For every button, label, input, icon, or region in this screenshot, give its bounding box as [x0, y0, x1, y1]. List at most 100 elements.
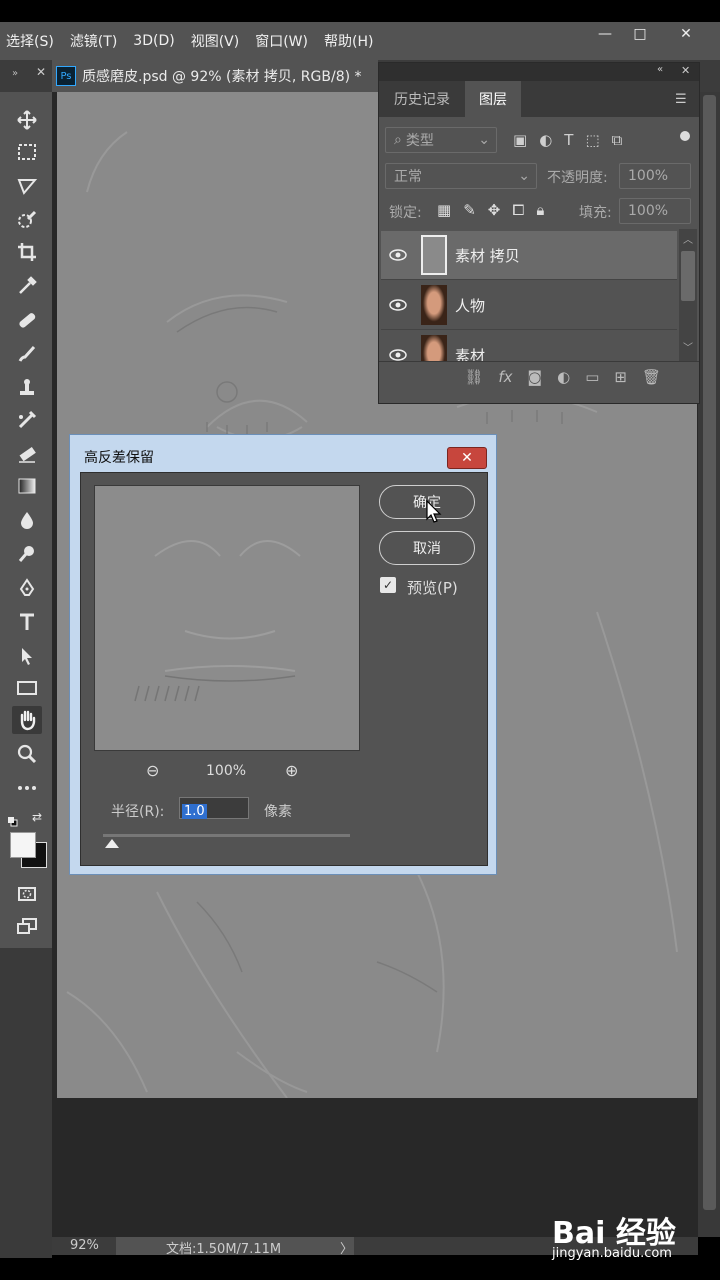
- history-brush-tool-icon[interactable]: [12, 406, 42, 434]
- crop-tool-icon[interactable]: [12, 238, 42, 266]
- type-filter-icon[interactable]: T: [564, 131, 573, 149]
- lock-transparent-icon[interactable]: ▦: [437, 201, 451, 219]
- add-mask-icon[interactable]: ◙: [528, 368, 543, 386]
- filter-toggle-icon[interactable]: [680, 131, 690, 141]
- zoom-in-icon[interactable]: ⊕: [285, 761, 298, 780]
- pen-tool-icon[interactable]: [12, 574, 42, 602]
- tools-panel: ⇄: [0, 92, 52, 948]
- preview-label: 预览(P): [407, 579, 458, 597]
- collapse-toolbar-icon[interactable]: »: [12, 68, 18, 79]
- collapse-panel-icon[interactable]: «: [657, 64, 663, 75]
- layer-filter-select[interactable]: ⌕ 类型 ⌄: [385, 127, 497, 153]
- zoom-out-icon[interactable]: ⊖: [146, 761, 159, 780]
- swap-colors-icon[interactable]: ⇄: [32, 810, 42, 824]
- close-toolbar-icon[interactable]: ✕: [36, 65, 46, 79]
- status-menu-arrow[interactable]: 〉: [340, 1238, 353, 1257]
- layers-list: 素材 拷贝 人物 素材: [379, 229, 679, 361]
- blur-tool-icon[interactable]: [12, 506, 42, 534]
- opacity-field[interactable]: 100%: [619, 163, 691, 189]
- filter-preview[interactable]: [94, 485, 360, 751]
- panel-header-strip: « ✕: [379, 63, 699, 81]
- menu-filter[interactable]: 滤镜(T): [64, 31, 127, 51]
- hand-tool-icon[interactable]: [12, 706, 42, 734]
- layer-name: 素材 拷贝: [455, 246, 520, 265]
- right-scrollbar-thumb[interactable]: [703, 95, 716, 1210]
- fill-field[interactable]: 100%: [619, 198, 691, 224]
- layers-scroll-thumb[interactable]: [681, 251, 695, 301]
- blend-mode-select[interactable]: 正常 ⌄: [385, 163, 537, 189]
- layer-row[interactable]: 人物: [381, 281, 677, 330]
- tab-layers[interactable]: 图层: [465, 81, 521, 117]
- foreground-color-swatch[interactable]: [10, 832, 36, 858]
- quick-mask-icon[interactable]: [12, 880, 42, 908]
- smartobject-filter-icon[interactable]: ⧉: [612, 131, 623, 149]
- visibility-eye-icon[interactable]: [381, 249, 415, 261]
- preview-checkbox[interactable]: ✓: [380, 577, 396, 593]
- dodge-tool-icon[interactable]: [12, 540, 42, 568]
- radius-input[interactable]: 1.0: [179, 797, 249, 819]
- scroll-down-icon[interactable]: ﹀: [683, 339, 693, 354]
- quick-selection-tool-icon[interactable]: [12, 206, 42, 234]
- visibility-eye-icon[interactable]: [381, 349, 415, 361]
- clone-stamp-tool-icon[interactable]: [12, 374, 42, 402]
- chevron-down-icon: ⌄: [518, 168, 530, 184]
- layers-scrollbar[interactable]: ︿ ﹀: [679, 229, 697, 361]
- radius-slider-handle[interactable]: [105, 839, 119, 848]
- pixel-filter-icon[interactable]: ▣: [513, 131, 527, 149]
- zoom-tool-icon[interactable]: [12, 740, 42, 768]
- preview-zoom-value: 100%: [206, 763, 247, 779]
- layer-row[interactable]: 素材: [381, 331, 677, 361]
- mouse-cursor-icon: [426, 499, 442, 528]
- menu-3d[interactable]: 3D(D): [127, 33, 184, 49]
- new-layer-icon[interactable]: ⊞: [614, 368, 627, 386]
- move-tool-icon[interactable]: [12, 106, 42, 134]
- adjustment-layer-icon[interactable]: ◐: [557, 368, 570, 386]
- lasso-tool-icon[interactable]: [12, 172, 42, 200]
- more-tools-icon[interactable]: [12, 774, 42, 802]
- screen-mode-icon[interactable]: [12, 912, 42, 940]
- default-colors-icon[interactable]: [8, 812, 18, 827]
- doc-info-box[interactable]: 文档:1.50M/7.11M 〉: [116, 1237, 354, 1257]
- rectangle-tool-icon[interactable]: [12, 674, 42, 702]
- lock-pixels-icon[interactable]: ✎: [463, 201, 476, 219]
- menu-window[interactable]: 窗口(W): [249, 31, 318, 51]
- layer-thumbnail: [421, 235, 447, 275]
- visibility-eye-icon[interactable]: [381, 299, 415, 311]
- lock-all-icon[interactable]: 🔒︎: [536, 201, 544, 219]
- lock-position-icon[interactable]: ✥: [488, 201, 501, 219]
- document-tab[interactable]: Ps 质感磨皮.psd @ 92% (素材 拷贝, RGB/8) *: [52, 60, 378, 92]
- gradient-tool-icon[interactable]: [12, 472, 42, 500]
- eraser-tool-icon[interactable]: [12, 440, 42, 468]
- maximize-button[interactable]: □: [620, 22, 660, 46]
- layer-row-selected[interactable]: 素材 拷贝: [381, 231, 677, 280]
- close-panel-icon[interactable]: ✕: [681, 64, 690, 77]
- radius-slider-track[interactable]: [103, 834, 350, 837]
- delete-layer-icon[interactable]: 🗑︎: [642, 368, 661, 386]
- eyedropper-tool-icon[interactable]: [12, 272, 42, 300]
- fill-label: 填充:: [579, 205, 612, 221]
- panel-menu-icon[interactable]: ☰: [675, 92, 687, 107]
- menu-select[interactable]: 选择(S): [0, 31, 64, 51]
- cancel-button[interactable]: 取消: [379, 531, 475, 565]
- brush-tool-icon[interactable]: [12, 340, 42, 368]
- adjustment-filter-icon[interactable]: ◐: [539, 131, 552, 149]
- dialog-body: ⊖ 100% ⊕ 半径(R): 1.0 像素 确定 取消 ✓ 预览(P): [80, 472, 488, 866]
- fx-icon[interactable]: fx: [498, 368, 512, 386]
- baidu-watermark-url: jingyan.baidu.com: [552, 1246, 672, 1261]
- new-group-icon[interactable]: ▭: [585, 368, 599, 386]
- menu-view[interactable]: 视图(V): [185, 31, 250, 51]
- tab-history[interactable]: 历史记录: [379, 81, 465, 117]
- type-tool-icon[interactable]: [12, 608, 42, 636]
- status-zoom[interactable]: 92%: [70, 1238, 99, 1253]
- dialog-close-button[interactable]: ✕: [447, 447, 487, 469]
- scroll-up-icon[interactable]: ︿: [683, 231, 693, 246]
- menu-help[interactable]: 帮助(H): [318, 31, 383, 51]
- shape-filter-icon[interactable]: ⬚: [585, 131, 599, 149]
- path-selection-tool-icon[interactable]: [12, 642, 42, 670]
- marquee-tool-icon[interactable]: [12, 138, 42, 166]
- minimize-button[interactable]: —: [585, 22, 625, 46]
- healing-brush-tool-icon[interactable]: [12, 306, 42, 334]
- close-window-button[interactable]: ✕: [666, 22, 706, 46]
- lock-artboard-icon[interactable]: ⧠: [512, 201, 524, 219]
- link-layers-icon[interactable]: ⛓: [464, 368, 483, 386]
